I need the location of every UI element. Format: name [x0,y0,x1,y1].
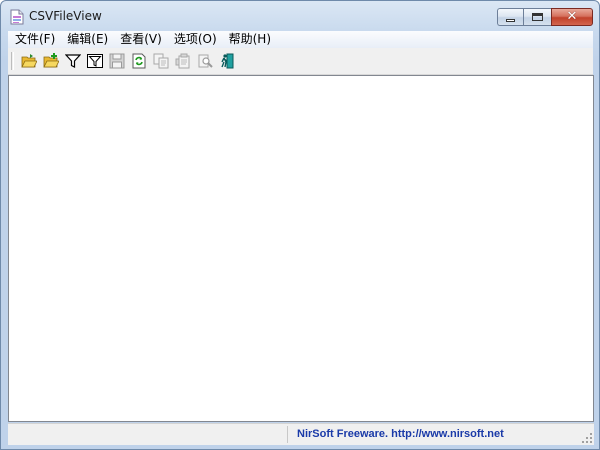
records-list-view[interactable] [8,75,594,422]
maximize-button[interactable] [523,8,551,26]
menu-edit[interactable]: 编辑(E) [61,31,114,48]
save-button[interactable] [106,51,127,72]
exit-button[interactable] [216,51,237,72]
refresh-button[interactable] [128,51,149,72]
save-icon [109,53,124,69]
properties-button[interactable] [172,51,193,72]
open-folder-plus-icon [42,53,59,68]
minimize-button[interactable] [497,8,523,26]
properties-icon [175,53,189,69]
close-button[interactable]: ✕ [551,8,593,26]
open-folder-icon [20,54,37,68]
maximize-icon [532,13,543,21]
copy-button[interactable] [150,51,171,72]
refresh-icon [132,53,145,69]
copy-icon [153,53,168,69]
nirsoft-link[interactable]: NirSoft Freeware. http://www.nirsoft.net [297,428,504,440]
size-grip-icon[interactable] [582,433,592,443]
menu-view[interactable]: 查看(V) [114,31,168,48]
app-window: CSVFileView ✕ 文件(F) 编辑(E) 查看(V) 选项(O) 帮助… [0,0,600,450]
caption-buttons: ✕ [497,8,593,26]
minimize-icon [506,19,515,22]
find-button[interactable] [194,51,215,72]
menu-file[interactable]: 文件(F) [8,31,61,48]
find-icon [198,54,213,68]
open-multiple-button[interactable] [40,51,61,72]
menu-bar: 文件(F) 编辑(E) 查看(V) 选项(O) 帮助(H) [8,31,593,48]
menu-help[interactable]: 帮助(H) [223,31,277,48]
window-title: CSVFileView [29,9,102,23]
toolbar [8,48,593,75]
open-button[interactable] [18,51,39,72]
filter-icon [64,54,81,68]
status-panel-count [8,426,288,443]
status-bar: NirSoft Freeware. http://www.nirsoft.net [8,423,594,445]
app-icon [10,9,24,25]
filter-button[interactable] [62,51,83,72]
toolbar-grip[interactable] [11,52,14,70]
title-bar[interactable]: CSVFileView ✕ [1,1,599,31]
exit-icon [220,53,233,69]
advanced-filter-button[interactable] [84,51,105,72]
advanced-filter-icon [86,54,103,68]
menu-options[interactable]: 选项(O) [168,31,223,48]
close-icon: ✕ [566,9,578,24]
